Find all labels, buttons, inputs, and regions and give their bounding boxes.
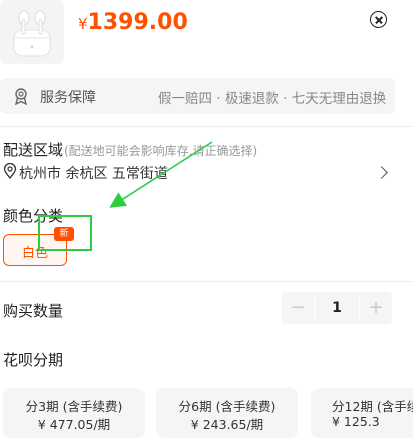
plan-amount: ¥ 243.65/期: [190, 417, 264, 432]
quantity-value[interactable]: 1: [315, 292, 359, 324]
plan-amount: ¥ 477.05/期: [37, 417, 111, 432]
quantity-title: 购买数量: [3, 302, 64, 320]
divider: [0, 281, 413, 282]
plan-amount: ¥ 125.3: [332, 414, 380, 429]
plan-term: 分3期 (含手续费): [25, 399, 123, 414]
installment-plan-6[interactable]: 分6期 (含手续费) ¥ 243.65/期: [156, 388, 298, 438]
plan-term: 分6期 (含手续费): [178, 399, 276, 414]
installment-plan-12[interactable]: 分12期 (含手续费) ¥ 125.3: [311, 388, 413, 438]
plan-term: 分12期 (含手续费): [332, 399, 413, 414]
annotation-highlight-box: [38, 215, 92, 251]
increment-button[interactable]: +: [360, 292, 392, 324]
installment-plan-3[interactable]: 分3期 (含手续费) ¥ 477.05/期: [3, 388, 145, 438]
quantity-stepper: − 1 +: [282, 292, 392, 324]
installment-title: 花呗分期: [3, 351, 64, 369]
decrement-button[interactable]: −: [282, 292, 314, 324]
